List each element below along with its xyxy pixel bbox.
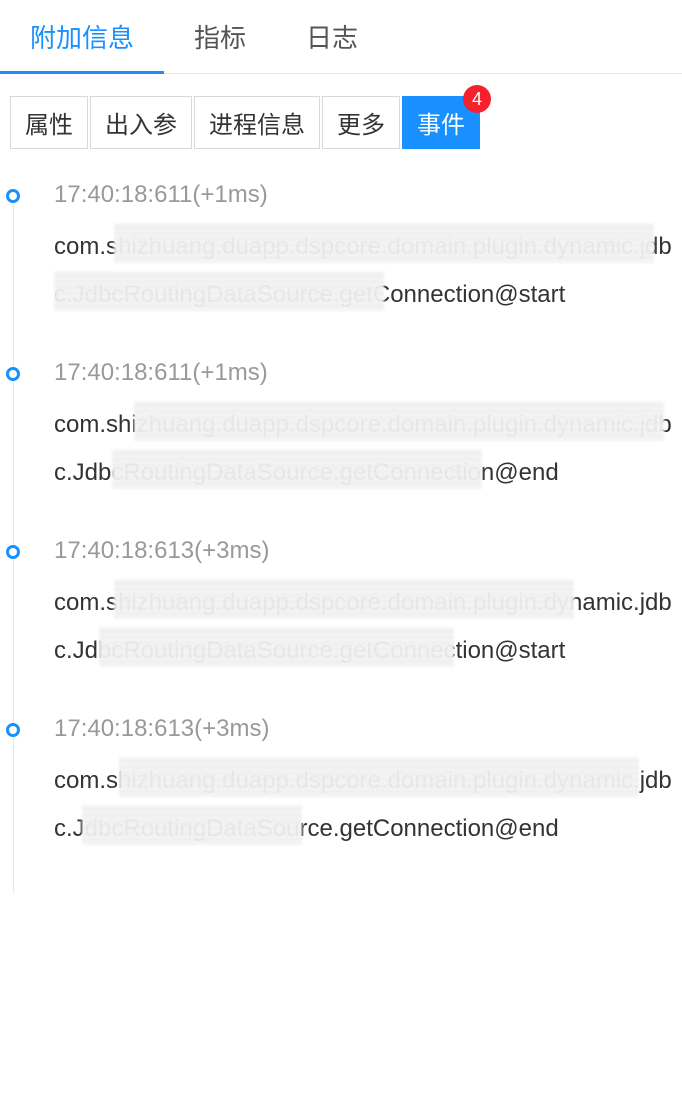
event-text: com.shizhuang.duapp.dspcore.domain.plugi… <box>54 223 672 319</box>
event-text: com.shizhuang.duapp.dspcore.domain.plugi… <box>54 579 672 675</box>
timeline-dot-icon <box>6 189 20 203</box>
redacted-overlay <box>112 449 482 489</box>
filter-more[interactable]: 更多 <box>322 96 400 149</box>
redacted-overlay <box>54 271 384 311</box>
event-time: 17:40:18:611(+1ms) <box>54 181 672 209</box>
tab-additional-info[interactable]: 附加信息 <box>0 0 164 73</box>
timeline-dot-icon <box>6 367 20 381</box>
redacted-overlay <box>114 223 654 263</box>
timeline-dot-icon <box>6 545 20 559</box>
event-time: 17:40:18:613(+3ms) <box>54 537 672 565</box>
timeline-line <box>13 191 14 893</box>
event-item: 17:40:18:611(+1ms) com.shizhuang.duapp.d… <box>24 181 682 359</box>
event-time: 17:40:18:611(+1ms) <box>54 359 672 387</box>
filter-io-params[interactable]: 出入参 <box>90 96 192 149</box>
redacted-overlay <box>119 757 639 797</box>
tab-logs[interactable]: 日志 <box>276 0 388 73</box>
filter-events-label: 事件 <box>417 112 465 139</box>
filter-events[interactable]: 事件 4 <box>402 96 480 149</box>
redacted-overlay <box>134 401 664 441</box>
filter-attributes[interactable]: 属性 <box>10 96 88 149</box>
filter-bar: 属性 出入参 进程信息 更多 事件 4 <box>0 74 682 161</box>
tab-metrics[interactable]: 指标 <box>164 0 276 73</box>
events-badge: 4 <box>463 85 491 113</box>
event-time: 17:40:18:613(+3ms) <box>54 715 672 743</box>
redacted-overlay <box>82 805 302 845</box>
event-text: com.shizhuang.duapp.dspcore.domain.plugi… <box>54 757 672 853</box>
redacted-overlay <box>114 579 574 619</box>
event-text: com.shizhuang.duapp.dspcore.domain.plugi… <box>54 401 672 497</box>
timeline-dot-icon <box>6 723 20 737</box>
events-timeline: 17:40:18:611(+1ms) com.shizhuang.duapp.d… <box>0 181 682 893</box>
event-item: 17:40:18:611(+1ms) com.shizhuang.duapp.d… <box>24 359 682 537</box>
redacted-overlay <box>99 627 454 667</box>
event-item: 17:40:18:613(+3ms) com.shizhuang.duapp.d… <box>24 537 682 715</box>
filter-process-info[interactable]: 进程信息 <box>194 96 320 149</box>
event-item: 17:40:18:613(+3ms) com.shizhuang.duapp.d… <box>24 715 682 893</box>
top-tabs: 附加信息 指标 日志 <box>0 0 682 74</box>
